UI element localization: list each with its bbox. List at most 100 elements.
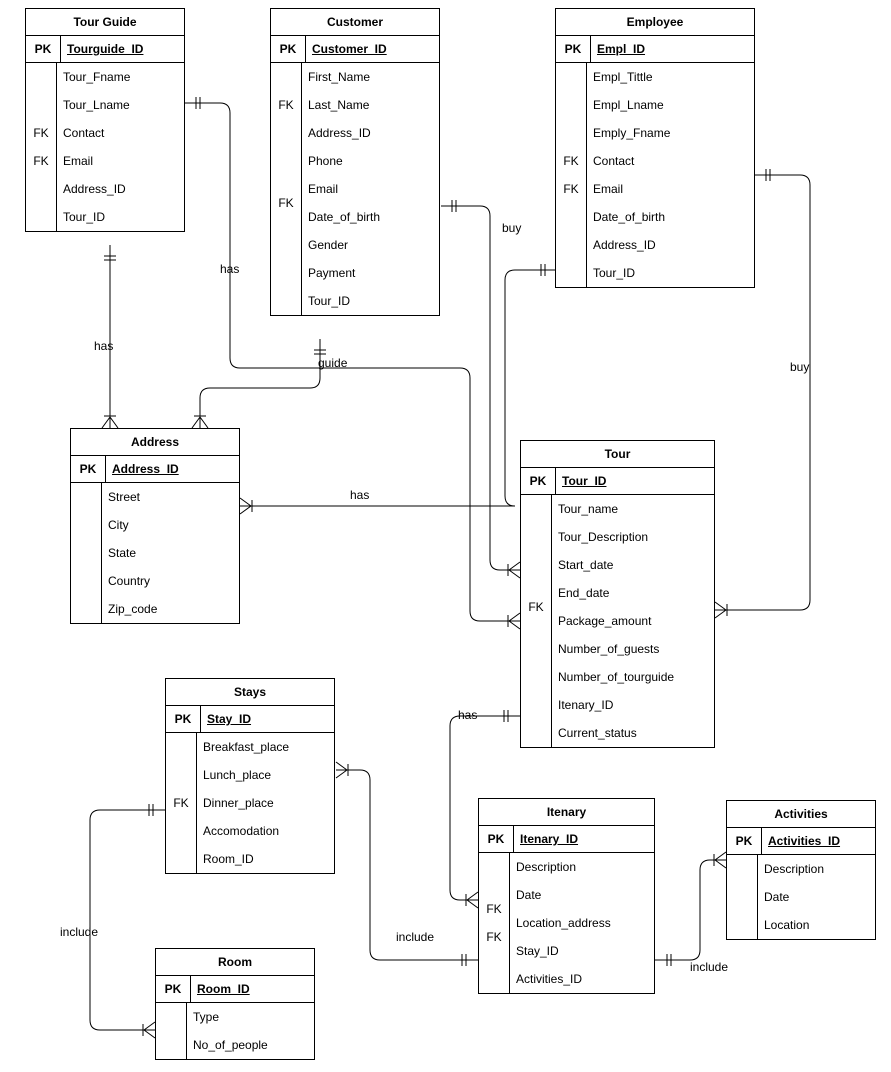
entity-itenary-title: Itenary xyxy=(479,799,654,826)
attr-key xyxy=(271,133,301,147)
pk-name: Customer_ID xyxy=(306,36,439,62)
attr-name: Location xyxy=(758,911,875,939)
attr-key: FK xyxy=(26,119,56,147)
entity-activities-title: Activities xyxy=(727,801,875,828)
attr-name: Description xyxy=(510,853,654,881)
pk-name: Empl_ID xyxy=(591,36,754,62)
attr-name: Gender xyxy=(302,231,439,259)
entity-customer-title: Customer xyxy=(271,9,439,36)
rel-customer-has-address: has xyxy=(220,262,239,276)
attr-name: Type xyxy=(187,1003,314,1031)
attr-name: Accomodation xyxy=(197,817,334,845)
attr-key xyxy=(521,509,551,523)
attr-name: Tour_ID xyxy=(302,287,439,315)
rel-tourguide-guide-tour: guide xyxy=(318,356,347,370)
attr-name: Contact xyxy=(57,119,184,147)
attr-name: First_Name xyxy=(302,63,439,91)
attr-name: Date_of_birth xyxy=(587,203,754,231)
attr-key xyxy=(556,119,586,133)
attr-name: Address_ID xyxy=(587,231,754,259)
pk-name: Itenary_ID xyxy=(514,826,654,852)
attr-key xyxy=(271,161,301,175)
attr-key xyxy=(521,551,551,565)
rel-employee-has-address: has xyxy=(350,488,369,502)
entity-room: Room PK Room_ID Type No_of_people xyxy=(155,948,315,1060)
rel-employee-buy-tour: buy xyxy=(790,360,809,374)
attr-key xyxy=(271,77,301,91)
attr-key: FK xyxy=(479,923,509,951)
attr-name: Country xyxy=(102,567,239,595)
attr-key xyxy=(26,63,56,77)
attr-key xyxy=(166,747,196,761)
attr-key xyxy=(166,733,196,747)
attr-name: Tour_ID xyxy=(587,259,754,287)
rel-itenary-include-activities: include xyxy=(690,960,728,974)
attr-key xyxy=(271,175,301,189)
attr-key xyxy=(71,525,101,539)
pk-label: PK xyxy=(727,828,762,854)
pk-name: Tourguide_ID xyxy=(61,36,184,62)
attr-name: Emply_Fname xyxy=(587,119,754,147)
pk-label: PK xyxy=(156,976,191,1002)
attr-key xyxy=(71,483,101,497)
attr-name: Itenary_ID xyxy=(552,691,714,719)
attr-key: FK xyxy=(521,593,551,621)
attr-key xyxy=(71,511,101,525)
pk-name: Tour_ID xyxy=(556,468,714,494)
entity-itenary: Itenary PK Itenary_ID FK FK Description … xyxy=(478,798,655,994)
attr-name: Phone xyxy=(302,147,439,175)
attr-name: Email xyxy=(57,147,184,175)
attr-name: Start_date xyxy=(552,551,714,579)
attr-key xyxy=(556,77,586,91)
attr-key xyxy=(521,537,551,551)
rel-tour-has-itenary: has xyxy=(458,708,477,722)
pk-label: PK xyxy=(271,36,306,62)
attr-key xyxy=(156,1017,186,1031)
attr-name: Current_status xyxy=(552,719,714,747)
attr-key: FK xyxy=(166,789,196,817)
pk-label: PK xyxy=(166,706,201,732)
attr-name: No_of_people xyxy=(187,1031,314,1059)
attr-key xyxy=(26,91,56,105)
attr-key: FK xyxy=(556,175,586,203)
entity-customer: Customer PK Customer_ID FK FK First_Name… xyxy=(270,8,440,316)
attr-name: End_date xyxy=(552,579,714,607)
attr-name: Contact xyxy=(587,147,754,175)
attr-name: Last_Name xyxy=(302,91,439,119)
entity-employee-title: Employee xyxy=(556,9,754,36)
pk-name: Stay_ID xyxy=(201,706,334,732)
pk-label: PK xyxy=(556,36,591,62)
attr-key xyxy=(521,579,551,593)
attr-key xyxy=(479,853,509,867)
entity-tour-title: Tour xyxy=(521,441,714,468)
attr-name: Breakfast_place xyxy=(197,733,334,761)
attr-name: Email xyxy=(302,175,439,203)
attr-key xyxy=(26,77,56,91)
attr-key xyxy=(727,883,757,897)
attr-name: Room_ID xyxy=(197,845,334,873)
attr-key xyxy=(271,147,301,161)
rel-tourguide-has-address: has xyxy=(94,339,113,353)
entity-tour: Tour PK Tour_ID FK Tour_name Tour_Descri… xyxy=(520,440,715,748)
pk-name: Activities_ID xyxy=(762,828,875,854)
entity-stays-title: Stays xyxy=(166,679,334,706)
entity-address: Address PK Address_ID Street City State … xyxy=(70,428,240,624)
pk-label: PK xyxy=(521,468,556,494)
entity-room-title: Room xyxy=(156,949,314,976)
attr-key xyxy=(156,1003,186,1017)
entity-stays: Stays PK Stay_ID FK Breakfast_place Lunc… xyxy=(165,678,335,874)
attr-key xyxy=(479,881,509,895)
attr-key: FK xyxy=(556,147,586,175)
attr-key xyxy=(71,539,101,553)
attr-key: FK xyxy=(271,91,301,119)
attr-name: Tour_Lname xyxy=(57,91,184,119)
attr-name: Street xyxy=(102,483,239,511)
attr-key xyxy=(556,63,586,77)
attr-name: Number_of_guests xyxy=(552,635,714,663)
attr-name: Address_ID xyxy=(302,119,439,147)
entity-address-title: Address xyxy=(71,429,239,456)
pk-label: PK xyxy=(479,826,514,852)
attr-key xyxy=(271,63,301,77)
attr-name: Tour_ID xyxy=(57,203,184,231)
attr-name: Stay_ID xyxy=(510,937,654,965)
